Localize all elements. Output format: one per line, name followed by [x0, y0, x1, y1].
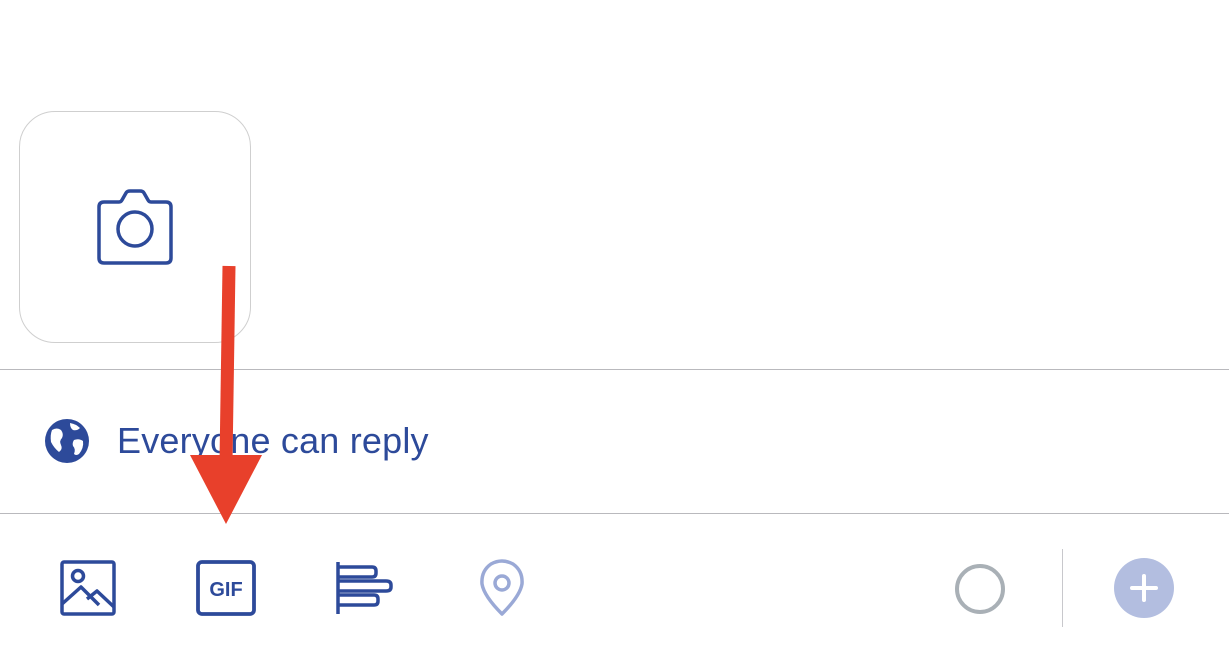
poll-icon: [336, 562, 393, 614]
plus-icon: [1130, 574, 1158, 602]
add-gif-button[interactable]: GIF: [194, 558, 258, 618]
tweet-composer: Everyone can reply GIF: [0, 0, 1229, 663]
add-tweet-button[interactable]: [1114, 558, 1174, 618]
toolbar-separator: [1062, 549, 1063, 627]
camera-button[interactable]: [19, 111, 251, 343]
divider-bottom: [0, 513, 1229, 514]
gif-label: GIF: [209, 579, 242, 601]
add-poll-button[interactable]: [333, 558, 395, 618]
reply-setting-button[interactable]: Everyone can reply: [44, 418, 429, 464]
gif-icon: GIF: [196, 560, 256, 616]
divider-top: [0, 369, 1229, 370]
globe-icon: [45, 419, 89, 463]
location-pin-icon: [480, 559, 524, 616]
add-location-button[interactable]: [474, 556, 530, 620]
image-icon: [60, 560, 116, 616]
camera-icon: [97, 189, 173, 265]
character-counter-ring-icon: [955, 564, 1005, 614]
reply-setting-label: Everyone can reply: [117, 420, 429, 461]
add-media-button[interactable]: [58, 558, 118, 618]
